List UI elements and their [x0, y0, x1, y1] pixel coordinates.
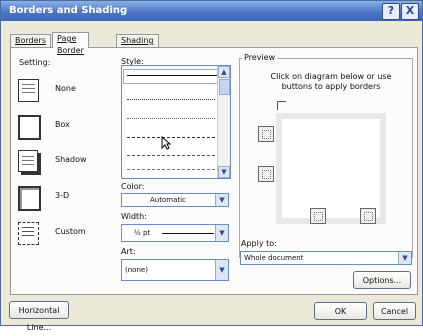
tab-borders[interactable]: Borders: [10, 34, 51, 47]
chevron-down-icon[interactable]: ▼: [215, 225, 228, 241]
style-dash-dot-line[interactable]: [127, 155, 215, 156]
art-value: (none): [125, 266, 148, 274]
mouse-cursor-icon: [161, 136, 171, 150]
preview-corner-mark: [277, 101, 286, 110]
scroll-down-button[interactable]: ▼: [218, 166, 230, 178]
style-fine-dotted-line[interactable]: [127, 118, 215, 119]
help-button[interactable]: ?: [382, 3, 400, 20]
tab-borders-label: Borders: [15, 36, 46, 45]
setting-label: Setting:: [19, 58, 51, 67]
art-label: Art:: [121, 247, 136, 256]
setting-none-icon: [18, 79, 39, 102]
style-dashed-line[interactable]: [127, 137, 215, 138]
art-dropdown[interactable]: (none) ▼: [121, 259, 229, 281]
chevron-down-icon[interactable]: ▼: [398, 252, 411, 264]
setting-none-label: None: [55, 84, 76, 93]
page-border-panel: Setting: None Box Shadow 3-D Custom Styl…: [10, 47, 418, 295]
apply-to-dropdown[interactable]: Whole document ▼: [240, 251, 412, 265]
preview-label: Preview: [242, 53, 278, 62]
apply-to-value: Whole document: [244, 254, 304, 262]
scroll-up-button[interactable]: ▲: [218, 66, 230, 78]
width-line-sample: [162, 233, 214, 234]
preview-instructions: Click on diagram below or use buttons to…: [270, 72, 392, 91]
color-label: Color:: [121, 182, 145, 191]
color-dropdown[interactable]: Automatic ▼: [121, 193, 229, 207]
options-button[interactable]: Options...: [353, 271, 411, 289]
style-long-dash-line[interactable]: [127, 169, 215, 170]
setting-shadow-label: Shadow: [55, 155, 87, 164]
horizontal-line-button[interactable]: Horizontal Line...: [9, 301, 69, 332]
scroll-thumb[interactable]: [219, 79, 230, 95]
setting-custom-icon: [18, 222, 39, 245]
cancel-button[interactable]: Cancel: [373, 302, 416, 320]
title-bar: Borders and Shading ? X: [1, 1, 422, 21]
close-button[interactable]: X: [401, 3, 419, 20]
style-selection-frame: [123, 69, 219, 84]
borders-and-shading-dialog: Borders and Shading ? X Borders Page Bor…: [0, 0, 423, 332]
width-label: Width:: [121, 212, 147, 221]
apply-to-label: Apply to:: [241, 239, 277, 248]
style-listbox[interactable]: ▲ ▼: [121, 65, 231, 179]
dialog-title: Borders and Shading: [9, 5, 128, 16]
chevron-down-icon[interactable]: ▼: [215, 260, 228, 280]
bottom-border-button[interactable]: [258, 166, 274, 182]
right-border-button[interactable]: [360, 208, 376, 224]
width-value: ½ pt: [134, 229, 151, 237]
tab-page-border[interactable]: Page Border: [52, 32, 89, 55]
setting-3d-icon: [18, 186, 41, 211]
left-border-button[interactable]: [310, 208, 326, 224]
setting-3d-label: 3-D: [55, 191, 70, 200]
ok-button[interactable]: OK: [314, 302, 367, 320]
style-scrollbar[interactable]: ▲ ▼: [217, 66, 230, 178]
tab-shading[interactable]: Shading: [116, 34, 159, 47]
setting-custom-label: Custom: [55, 227, 86, 236]
setting-shadow-icon: [18, 150, 38, 172]
tab-page-border-label: Page Border: [57, 34, 84, 55]
style-dotted-line[interactable]: [127, 99, 215, 100]
preview-group: Preview Click on diagram below or use bu…: [239, 53, 413, 258]
setting-box-label: Box: [55, 120, 70, 129]
chevron-down-icon[interactable]: ▼: [215, 194, 228, 206]
top-border-button[interactable]: [258, 126, 274, 142]
tab-shading-label: Shading: [121, 36, 154, 45]
width-dropdown[interactable]: ½ pt ▼: [121, 224, 229, 242]
color-value: Automatic: [150, 196, 186, 204]
setting-box-icon: [18, 115, 41, 140]
